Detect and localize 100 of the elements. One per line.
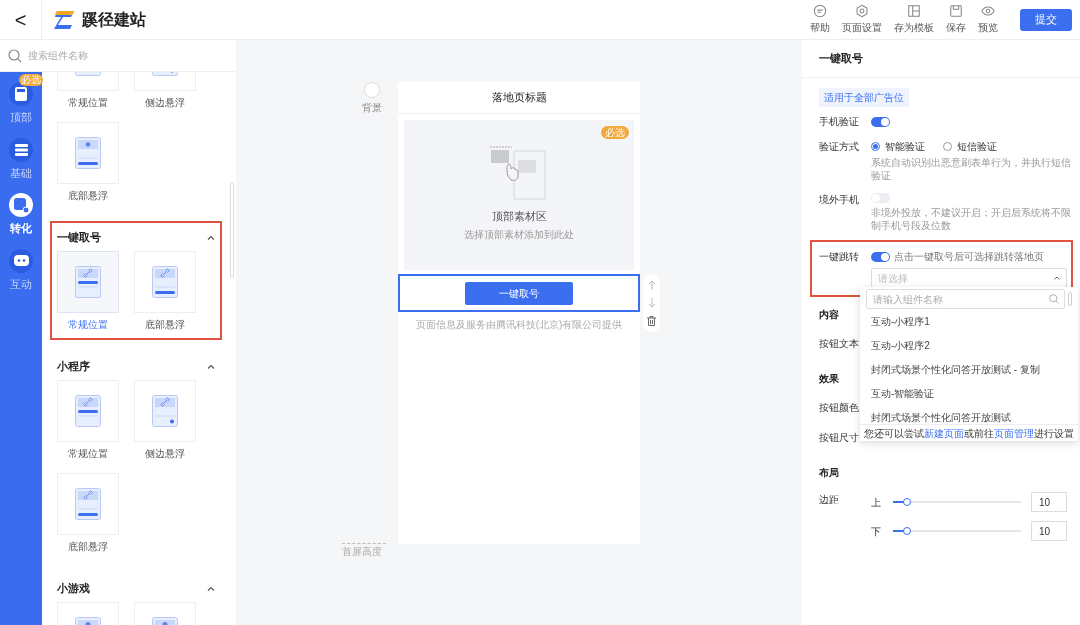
radio-option[interactable]: 短信验证 <box>943 139 997 154</box>
field-label: 验证方式 <box>819 140 860 154</box>
component-label: 常规位置 <box>68 96 108 110</box>
background-label: 背景 <box>362 101 382 115</box>
search-icon <box>1049 294 1059 304</box>
component-card[interactable] <box>134 380 196 442</box>
field-label: 手机验证 <box>819 115 860 129</box>
toolbar-button[interactable]: 预览 <box>972 4 1004 35</box>
message-icon <box>813 4 827 18</box>
footer-text: 或前往 <box>964 426 994 441</box>
required-badge: 必选 <box>601 126 629 139</box>
save-icon <box>949 4 963 18</box>
component-layout-icon <box>152 266 178 298</box>
search-icon <box>8 48 22 63</box>
link[interactable]: 页面管理 <box>994 425 1034 441</box>
component-layout-icon <box>152 395 178 427</box>
square-icon <box>13 197 29 213</box>
submit-button[interactable]: 提交 <box>1020 8 1072 31</box>
collapse-icon[interactable] <box>207 234 215 240</box>
component-layout-icon <box>75 488 101 520</box>
hint-text: 点击一键取号后可选择跳转落地页 <box>894 250 1044 264</box>
section-heading: 内容 <box>819 308 839 322</box>
component-label: 底部悬浮 <box>68 540 108 554</box>
group-title: 小游戏 <box>57 580 90 596</box>
search-field[interactable]: 搜索组件名称 <box>28 48 228 63</box>
component-card[interactable] <box>57 380 119 442</box>
scrollbar[interactable] <box>1068 292 1072 306</box>
toolbar-button[interactable]: 页面设置 <box>836 4 888 35</box>
collapse-icon[interactable] <box>207 585 215 591</box>
dropdown-option[interactable]: 互动-智能验证 <box>860 381 1078 405</box>
component-label: 常规位置 <box>68 447 108 461</box>
move-down-icon[interactable] <box>647 298 656 308</box>
caret-icon <box>1054 276 1060 280</box>
link[interactable]: 新建页面 <box>924 425 964 441</box>
scope-tag: 适用于全部广告位 <box>819 88 909 107</box>
delete-icon[interactable] <box>647 316 656 326</box>
required-badge: 必选 <box>19 74 43 86</box>
margin-side-label: 下 <box>871 524 882 539</box>
slider-handle[interactable] <box>903 498 912 506</box>
dropdown-option[interactable]: 封闭式场景个性化问答开放测试 <box>860 405 1078 424</box>
dropdown-option[interactable]: 封闭式场景个性化问答开放测试 - 复制 <box>860 357 1078 381</box>
field-label: 按钮颜色 <box>819 401 859 415</box>
stack-icon <box>14 143 28 156</box>
eye-icon <box>981 4 995 18</box>
margin-side-label: 上 <box>871 495 882 510</box>
search-field[interactable]: 请输入组件名称 <box>866 289 1065 309</box>
group-title: 小程序 <box>57 358 90 374</box>
logo-icon <box>54 10 76 29</box>
field-label: 境外手机 <box>819 193 860 207</box>
footer-text: 页面信息及服务由腾讯科技(北京)有限公司提供 <box>415 318 623 332</box>
hint-text: 非境外投放，不建议开启；开启后系统将不限制手机号段及位数 <box>871 206 1071 232</box>
toolbar-button[interactable]: 存为模板 <box>888 4 940 35</box>
radio-option[interactable]: 智能验证 <box>871 139 925 154</box>
logo-text: 蹊径建站 <box>82 9 146 30</box>
component-card[interactable] <box>57 251 119 313</box>
layout-icon <box>907 4 921 18</box>
section-heading: 效果 <box>819 372 839 386</box>
field-label: 一键跳转 <box>819 250 860 264</box>
section-heading: 布局 <box>819 466 839 480</box>
drag-image-drawing <box>490 146 548 200</box>
component-card[interactable] <box>57 473 119 535</box>
toggle-switch[interactable] <box>871 251 890 262</box>
footer-text: 进行设置 <box>1034 426 1074 441</box>
gamepad-icon <box>13 255 29 266</box>
panel-title: 一键取号 <box>802 40 1080 78</box>
material-title: 顶部素材区 <box>491 209 547 224</box>
fold-height-label: 首屏高度 <box>342 545 383 559</box>
footer-text: 您还可以尝试 <box>864 426 924 441</box>
component-layout-icon <box>75 266 101 298</box>
settings-icon <box>855 4 869 18</box>
component-card[interactable] <box>134 251 196 313</box>
radio-button[interactable] <box>871 142 880 151</box>
hint-text: 系统自动识别出恶意刷表单行为，并执行短信验证 <box>871 156 1071 182</box>
back-button[interactable]: < <box>0 0 42 39</box>
toolbar-button[interactable]: 保存 <box>940 4 972 35</box>
background-swatch[interactable] <box>364 82 380 98</box>
dropdown-option[interactable]: 互动-小程序1 <box>860 309 1078 333</box>
component-layout-icon <box>75 137 101 169</box>
component-label: 常规位置 <box>68 318 108 332</box>
slider-handle[interactable] <box>903 527 912 535</box>
one-tap-button[interactable]: 一键取号 <box>465 281 573 305</box>
collapse-icon[interactable] <box>207 363 215 369</box>
scrollbar[interactable] <box>230 182 234 278</box>
field-label: 按钮文本 <box>819 337 859 351</box>
component-label: 侧边悬浮 <box>145 96 185 110</box>
group-title: 一键取号 <box>57 229 101 245</box>
number-field[interactable]: 10 <box>1031 492 1067 512</box>
dropdown-option[interactable]: 互动-小程序2 <box>860 333 1078 357</box>
toolbar-button[interactable]: 帮助 <box>804 4 836 35</box>
page-icon <box>15 87 27 101</box>
field-label: 边距 <box>819 493 840 507</box>
toggle-switch[interactable] <box>871 116 890 127</box>
component-label: 底部悬浮 <box>68 189 108 203</box>
component-label: 底部悬浮 <box>145 318 185 332</box>
move-up-icon[interactable] <box>647 280 656 290</box>
field-label: 按钮尺寸 <box>819 431 859 445</box>
number-field[interactable]: 10 <box>1031 521 1067 541</box>
component-layout-icon <box>75 395 101 427</box>
component-label: 侧边悬浮 <box>145 447 185 461</box>
component-card[interactable] <box>57 122 119 184</box>
